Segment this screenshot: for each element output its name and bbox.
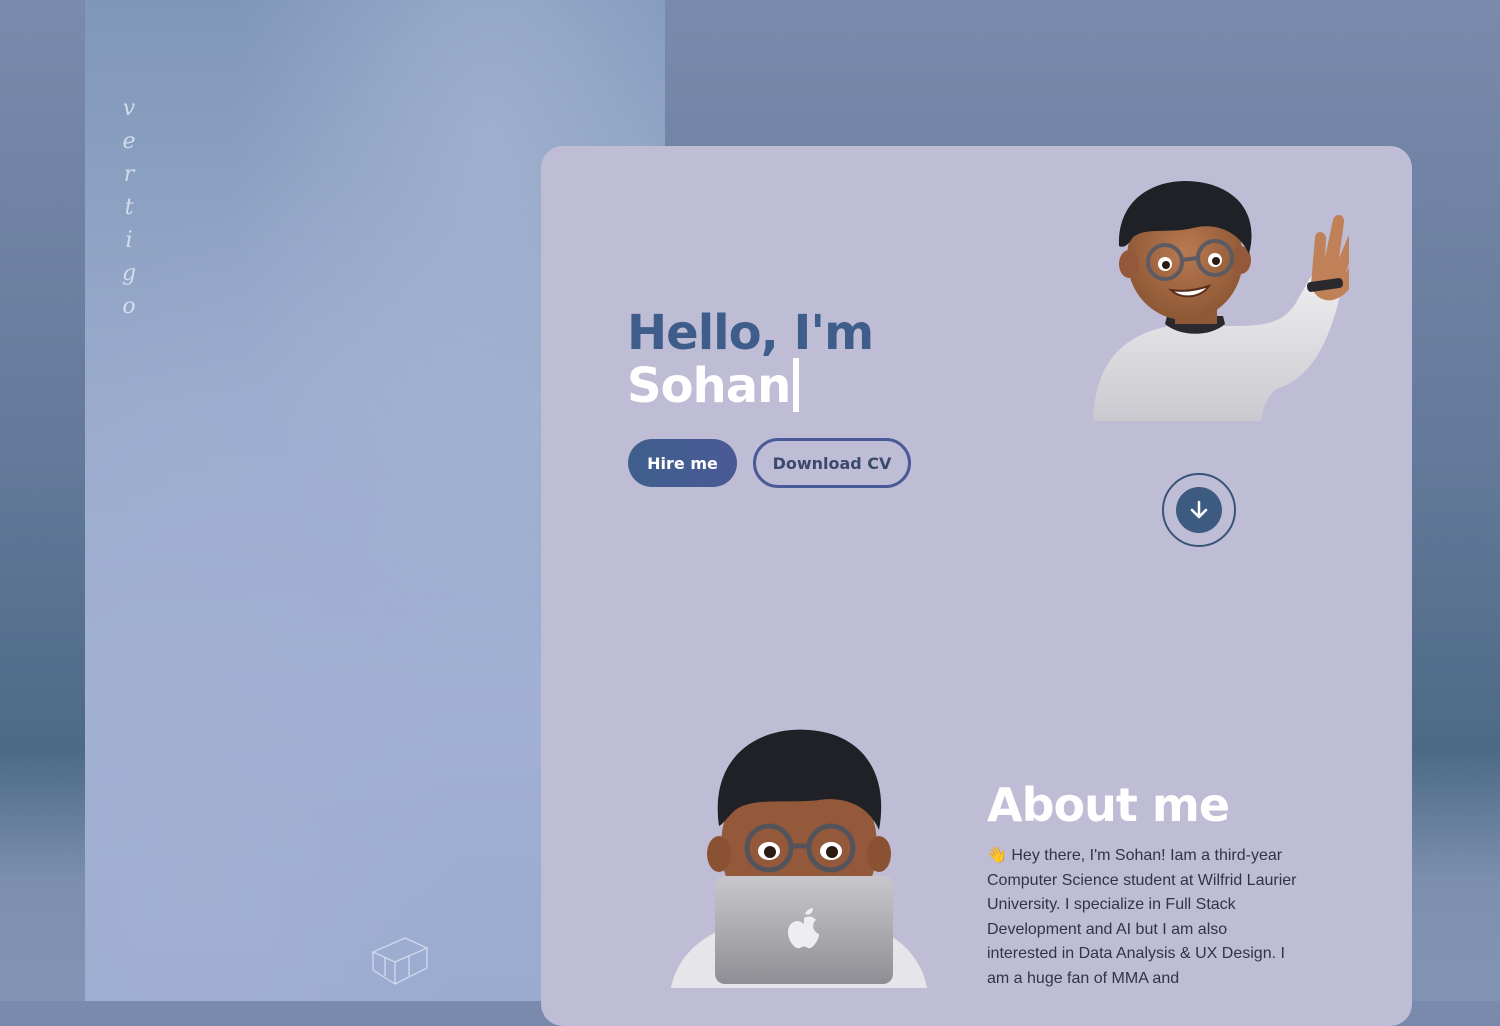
wave-emoji: 👋 bbox=[987, 847, 1007, 864]
vertical-letter: g bbox=[121, 261, 137, 286]
about-body-text: Hey there, I'm Sohan! Iam a third-year C… bbox=[987, 847, 1297, 987]
about-heading: About me bbox=[987, 778, 1230, 832]
hero-name: Sohan bbox=[627, 358, 791, 414]
vertical-letter: e bbox=[122, 129, 136, 154]
memoji-laptop-avatar bbox=[671, 729, 927, 988]
download-cv-button[interactable]: Download CV bbox=[753, 438, 911, 488]
vertical-letter: t bbox=[124, 195, 134, 220]
hire-me-button[interactable]: Hire me bbox=[628, 439, 737, 487]
cube-logo-icon bbox=[371, 937, 429, 986]
vertical-letter: r bbox=[123, 162, 135, 187]
hero-heading: Hello, I'm Sohan bbox=[627, 305, 874, 414]
vertical-letter: v bbox=[122, 96, 136, 121]
hero-greeting: Hello, I'm bbox=[627, 305, 874, 361]
typing-cursor bbox=[793, 358, 800, 412]
memoji-waving-avatar bbox=[1093, 180, 1349, 421]
scroll-down-button[interactable] bbox=[1162, 473, 1236, 547]
vertigo-vertical-text: v e r t i g o bbox=[119, 92, 139, 323]
vertical-letter: o bbox=[122, 294, 136, 319]
arrow-down-icon bbox=[1176, 487, 1222, 533]
vertical-letter: i bbox=[125, 228, 133, 253]
portfolio-card: Hello, I'm Sohan Hire me Download CV Abo… bbox=[541, 146, 1412, 1026]
about-paragraph: 👋 Hey there, I'm Sohan! Iam a third-year… bbox=[987, 844, 1297, 991]
